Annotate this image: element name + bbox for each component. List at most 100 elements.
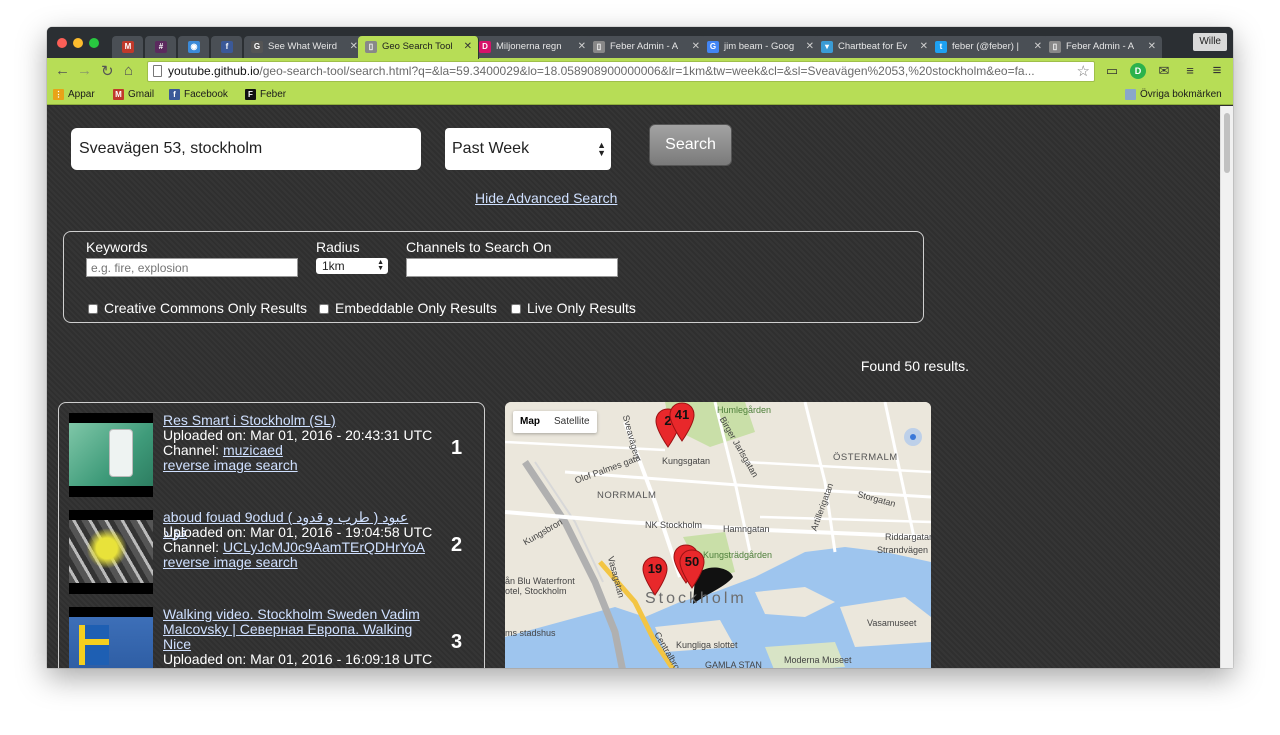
video-title-link[interactable]: Walking video. Stockholm Sweden Vadim Ma… (163, 607, 431, 652)
browser-tab[interactable]: # (145, 36, 177, 58)
embeddable-checkbox[interactable]: Embeddable Only Results (319, 300, 497, 316)
menu-icon[interactable]: ≡ (1209, 63, 1225, 79)
reverse-image-search-link[interactable]: reverse image search (163, 555, 298, 570)
result-item: Res Smart i Stockholm (SL) Uploaded on: … (69, 413, 479, 497)
bookmark-label: Facebook (184, 89, 228, 100)
phone-shape (109, 429, 133, 477)
minimize-window-button[interactable] (73, 38, 83, 48)
bookmark-label: Gmail (128, 89, 155, 100)
keywords-label: Keywords (86, 239, 148, 255)
map-type-map[interactable]: Map (513, 411, 547, 433)
map-type-satellite[interactable]: Satellite (547, 411, 597, 433)
url-host: youtube.github.io (168, 64, 260, 78)
forward-icon[interactable]: → (77, 62, 92, 79)
close-tab-icon[interactable]: ✕ (578, 36, 586, 58)
close-window-button[interactable] (57, 38, 67, 48)
checkbox-box[interactable] (319, 304, 329, 314)
result-number: 1 (451, 437, 463, 459)
tab-label: Feber Admin - A (610, 41, 679, 52)
channel-prefix: Channel: (163, 539, 220, 555)
folder-icon (1125, 89, 1136, 100)
browser-tab[interactable]: G See What Weird ✕ (244, 36, 365, 58)
tab-label: Miljonerna regn (496, 41, 562, 52)
reverse-image-search-link[interactable]: reverse image search (163, 458, 298, 473)
bookmark-item[interactable]: ⋮ Appar (53, 88, 95, 102)
g-icon: G (251, 41, 263, 53)
upload-date: Uploaded on: Mar 01, 2016 - 20:43:31 UTC (163, 427, 433, 443)
results-map[interactable]: Map Satellite Humlegården ÖSTERMALM NORRM… (505, 402, 931, 668)
close-tab-icon[interactable]: ✕ (1148, 36, 1156, 58)
map-label: Riddargatan (885, 532, 931, 542)
map-label: ån Blu Waterfront (505, 576, 575, 586)
map-label: NK Stockholm (645, 520, 703, 530)
tab-label: Geo Search Tool (382, 41, 453, 52)
close-tab-icon[interactable]: ✕ (920, 36, 928, 58)
gmail-icon: M (122, 41, 134, 53)
channel-line: Channel: UCLyJcMJ0c9AamTErQDHrYoA (163, 540, 425, 555)
maximize-window-button[interactable] (89, 38, 99, 48)
home-icon[interactable]: ⌂ (124, 62, 133, 79)
page-info-icon[interactable] (153, 65, 162, 77)
location-input[interactable] (71, 128, 421, 170)
hide-advanced-search-link[interactable]: Hide Advanced Search (475, 190, 617, 206)
video-thumbnail[interactable] (69, 413, 153, 497)
keywords-input[interactable] (86, 258, 298, 277)
map-marker[interactable]: 50 (679, 549, 705, 589)
buffer-icon[interactable]: ≡ (1182, 63, 1198, 79)
map-marker[interactable]: 41 (669, 402, 695, 442)
extension-d-icon[interactable]: D (1130, 63, 1146, 79)
close-tab-icon[interactable]: ✕ (350, 36, 358, 58)
close-tab-icon[interactable]: ✕ (464, 36, 472, 58)
cast-icon[interactable]: ▭ (1104, 63, 1120, 79)
browser-tab[interactable]: ▾ Chartbeat for Ev ✕ (814, 36, 935, 58)
page-scrollbar[interactable] (1220, 106, 1233, 668)
bookmarks-bar: ⋮ Appar M Gmail f Facebook F Feber Övriga bokmä… (47, 85, 1233, 105)
facebook-icon: f (169, 89, 180, 100)
browser-tab[interactable]: ◉ (178, 36, 210, 58)
profile-button[interactable]: Wille (1193, 33, 1227, 51)
browser-tab[interactable]: ▯ Feber Admin - A ✕ (1042, 36, 1163, 58)
advanced-search-panel: Keywords Radius 1km ▲▼ Channels to Searc… (63, 231, 924, 323)
mail-icon[interactable]: ✉ (1156, 63, 1172, 79)
bookmark-item[interactable]: M Gmail (113, 88, 154, 102)
channel-link[interactable]: muzicaed (223, 442, 283, 458)
bookmark-label: Appar (68, 89, 95, 100)
time-window-select[interactable]: Past Week ▲ ▼ (445, 128, 611, 170)
close-tab-icon[interactable]: ✕ (692, 36, 700, 58)
browser-tab[interactable]: D Miljonerna regn ✕ (472, 36, 593, 58)
browser-tab[interactable]: ▯ Feber Admin - A ✕ (586, 36, 707, 58)
creative-commons-checkbox[interactable]: Creative Commons Only Results (88, 300, 307, 316)
time-window-value: Past Week (452, 140, 530, 157)
radius-select[interactable]: 1km ▲ ▼ (316, 258, 388, 274)
browser-tab[interactable]: ▯ Geo Search Tool ✕ (358, 36, 479, 59)
browser-tab[interactable]: M (112, 36, 144, 58)
browser-tab[interactable]: f (211, 36, 243, 58)
reload-icon[interactable]: ↻ (101, 62, 114, 80)
video-thumbnail[interactable] (69, 607, 153, 668)
channels-input[interactable] (406, 258, 618, 277)
bookmark-star-icon[interactable]: ☆ (1077, 62, 1090, 81)
map-type-control[interactable]: Map Satellite (513, 411, 597, 433)
video-title-link[interactable]: Res Smart i Stockholm (SL) (163, 413, 431, 428)
back-icon[interactable]: ← (55, 62, 70, 79)
scrollbar-thumb[interactable] (1224, 113, 1230, 173)
select-arrows-icon: ▲ ▼ (377, 259, 384, 272)
channel-link[interactable]: UCLyJcMJ0c9AamTErQDHrYoA (223, 539, 425, 555)
checkbox-box[interactable] (88, 304, 98, 314)
search-button[interactable]: Search (649, 124, 732, 166)
close-tab-icon[interactable]: ✕ (1034, 36, 1042, 58)
document-icon: ▯ (365, 41, 377, 53)
close-tab-icon[interactable]: ✕ (806, 36, 814, 58)
video-thumbnail[interactable] (69, 510, 153, 594)
bookmark-item[interactable]: f Facebook (169, 88, 228, 102)
checkbox-box[interactable] (511, 304, 521, 314)
flag-cross (79, 639, 109, 645)
other-bookmarks-folder[interactable]: Övriga bokmärken (1125, 88, 1222, 102)
embeddable-label: Embeddable Only Results (335, 300, 497, 316)
live-checkbox[interactable]: Live Only Results (511, 300, 636, 316)
bookmark-item[interactable]: F Feber (245, 88, 286, 102)
browser-tab[interactable]: t feber (@feber) | ✕ (928, 36, 1049, 58)
address-bar[interactable]: youtube.github.io/geo-search-tool/search… (147, 61, 1095, 82)
browser-tab[interactable]: Gjim beam - Goog ✕ (700, 36, 821, 58)
map-marker[interactable]: 19 (642, 556, 668, 596)
